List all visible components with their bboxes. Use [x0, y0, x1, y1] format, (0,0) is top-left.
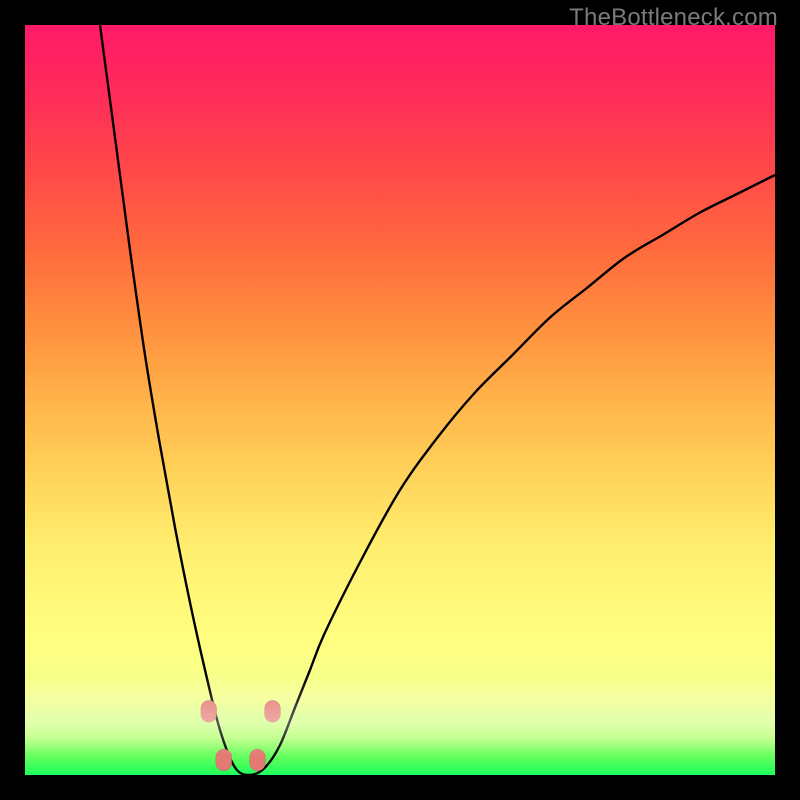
curve-markers: [201, 700, 281, 771]
curve-marker: [250, 749, 266, 771]
curve-svg: [25, 25, 775, 775]
plot-area: [25, 25, 775, 775]
curve-marker: [265, 700, 281, 722]
curve-marker: [216, 749, 232, 771]
bottleneck-curve: [100, 25, 775, 775]
curve-marker: [201, 700, 217, 722]
chart-frame: TheBottleneck.com: [0, 0, 800, 800]
